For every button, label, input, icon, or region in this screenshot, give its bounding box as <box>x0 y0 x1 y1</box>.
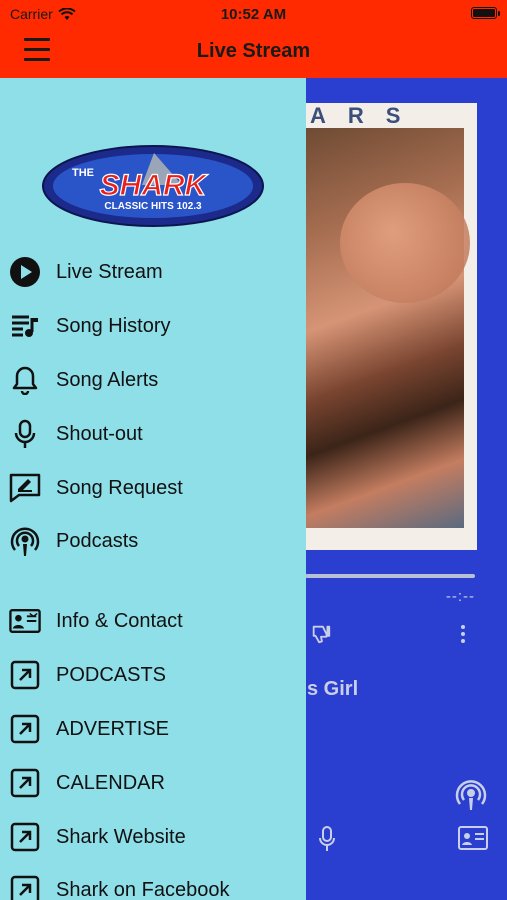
menu-item-song-request[interactable]: Song Request <box>0 463 306 513</box>
menu-item-label: Podcasts <box>56 529 139 552</box>
logo-top-text: THE <box>72 167 94 179</box>
external-link-icon <box>9 659 41 691</box>
menu-item-label: CALENDAR <box>56 771 165 794</box>
external-link-icon <box>9 713 41 745</box>
logo-sub-text: CLASSIC HITS 102.3 <box>104 201 202 212</box>
album-photo-detail <box>340 183 470 303</box>
menu-item-info-contact[interactable]: Info & Contact <box>0 596 306 646</box>
thumbs-down-icon[interactable] <box>310 623 332 645</box>
menu-item-label: Song Request <box>56 476 183 499</box>
album-art: ARS <box>300 103 477 550</box>
external-link-icon <box>9 821 41 853</box>
battery-icon <box>471 7 500 19</box>
playlist-icon <box>9 310 41 342</box>
album-title-letters: ARS <box>310 103 423 128</box>
menu-item-song-alerts[interactable]: Song Alerts <box>0 355 306 405</box>
bell-icon <box>9 364 41 396</box>
external-link-icon <box>9 767 41 799</box>
microphone-icon[interactable] <box>318 826 336 852</box>
logo-main-text: SHARK <box>100 169 209 202</box>
side-drawer: THE SHARK CLASSIC HITS 102.3 Live Stream… <box>0 78 306 900</box>
contact-card-icon <box>9 605 41 637</box>
top-bar: Carrier 10:52 AM Live Stream <box>0 0 507 78</box>
menu-item-label: ADVERTISE <box>56 717 169 740</box>
progress-bar[interactable] <box>305 574 475 578</box>
menu-item-shout-out[interactable]: Shout-out <box>0 409 306 459</box>
podcast-icon <box>9 525 41 557</box>
track-title: s Girl <box>307 678 359 700</box>
contact-card-icon[interactable] <box>458 826 488 850</box>
play-circle-icon <box>9 256 41 288</box>
menu-item-label: Shark Website <box>56 825 186 848</box>
request-edit-icon <box>9 472 41 504</box>
menu-item-label: Live Stream <box>56 260 163 283</box>
menu-item-label: Song Alerts <box>56 368 159 391</box>
menu-item-label: Shout-out <box>56 422 143 445</box>
page-title: Live Stream <box>196 40 311 62</box>
menu-item-calendar[interactable]: CALENDAR <box>0 758 306 808</box>
menu-item-shark-website[interactable]: Shark Website <box>0 812 306 862</box>
menu-item-shark-facebook[interactable]: Shark on Facebook <box>0 865 306 900</box>
external-link-icon <box>9 874 41 900</box>
menu-item-label: Shark on Facebook <box>56 878 230 900</box>
status-time: 10:52 AM <box>220 6 287 23</box>
menu-item-podcasts-link[interactable]: PODCASTS <box>0 650 306 700</box>
remaining-time: --:-- <box>445 588 475 605</box>
menu-item-live-stream[interactable]: Live Stream <box>0 247 306 297</box>
menu-item-song-history[interactable]: Song History <box>0 301 306 351</box>
menu-item-advertise[interactable]: ADVERTISE <box>0 704 306 754</box>
menu-item-podcasts[interactable]: Podcasts <box>0 516 306 566</box>
menu-item-label: Info & Contact <box>56 609 183 632</box>
microphone-icon <box>9 418 41 450</box>
menu-item-label: Song History <box>56 314 171 337</box>
podcast-broadcast-icon[interactable] <box>454 778 488 812</box>
more-options-icon[interactable] <box>458 624 468 644</box>
shark-logo: THE SHARK CLASSIC HITS 102.3 <box>42 145 264 227</box>
status-bar: Carrier 10:52 AM <box>0 0 507 28</box>
menu-item-label: PODCASTS <box>56 663 167 686</box>
